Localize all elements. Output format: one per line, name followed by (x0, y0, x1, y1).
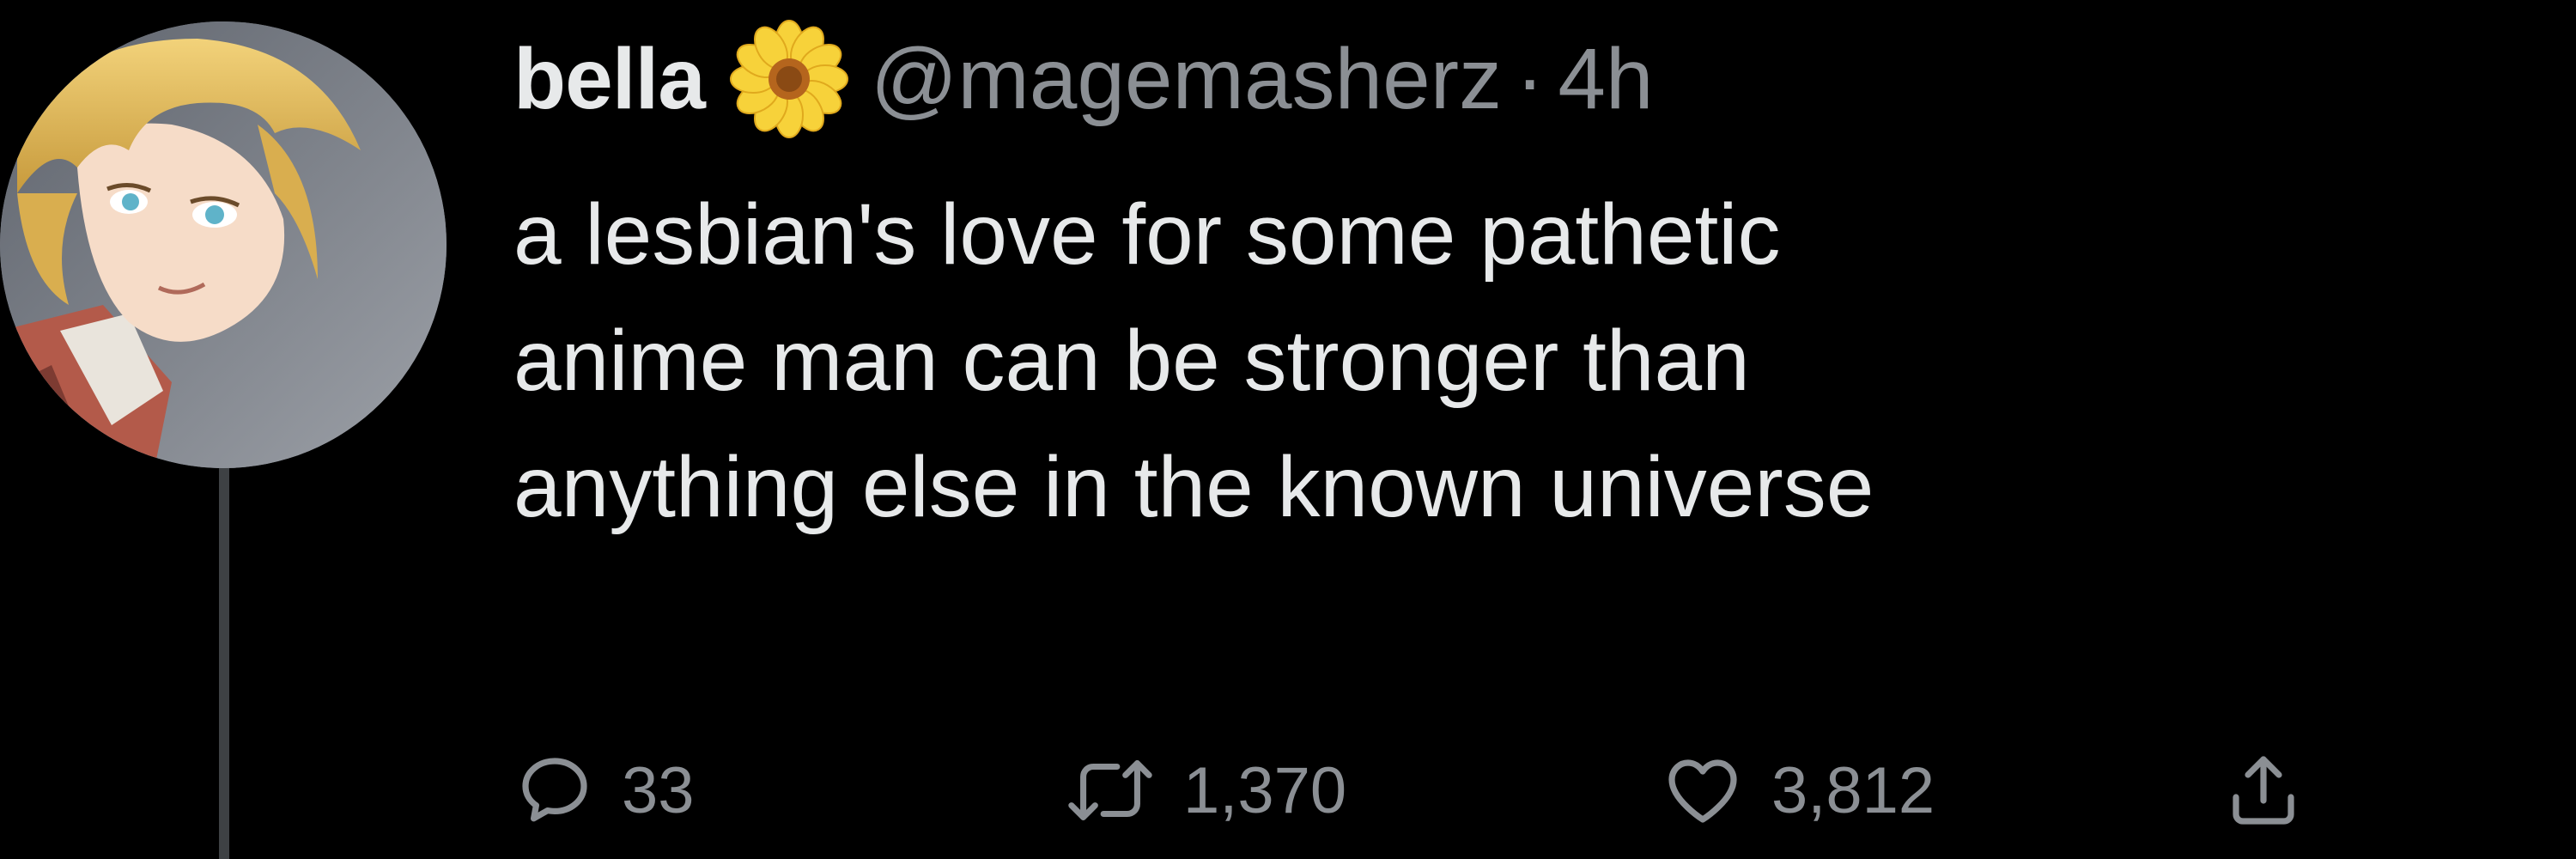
retweet-button[interactable]: 1,370 (1063, 739, 1346, 842)
avatar-image (0, 21, 447, 468)
sunflower-emoji-icon (729, 19, 849, 139)
retweet-icon (1063, 749, 1157, 832)
reply-button[interactable]: 33 (513, 739, 695, 842)
reply-count: 33 (622, 753, 695, 827)
timestamp[interactable]: 4h (1558, 30, 1653, 129)
avatar[interactable] (0, 21, 447, 468)
tweet-text-line: anime man can be stronger than (513, 313, 1750, 409)
tweet-header: bella @magemasherz · 4h (513, 19, 1654, 139)
share-button[interactable] (2222, 739, 2305, 842)
tweet-text-line: a lesbian's love for some pathetic (513, 186, 1781, 283)
tweet-text: a lesbian's love for some pathetic anime… (513, 172, 2557, 551)
like-button[interactable]: 3,812 (1660, 739, 1935, 842)
heart-icon (1660, 749, 1746, 832)
display-name[interactable]: bella (513, 30, 706, 129)
user-handle[interactable]: @magemasherz (871, 30, 1502, 129)
retweet-count: 1,370 (1183, 753, 1347, 827)
share-icon (2222, 749, 2305, 832)
reply-bubble-icon (513, 749, 596, 832)
thread-line (219, 468, 229, 859)
like-count: 3,812 (1771, 753, 1935, 827)
tweet-text-line: anything else in the known universe (513, 439, 1874, 535)
tweet-actions: 33 1,370 3,812 (513, 739, 2488, 842)
separator-dot: · (1516, 30, 1545, 127)
tweet: bella @magemasherz · 4h a lesbian's love… (0, 0, 2576, 859)
